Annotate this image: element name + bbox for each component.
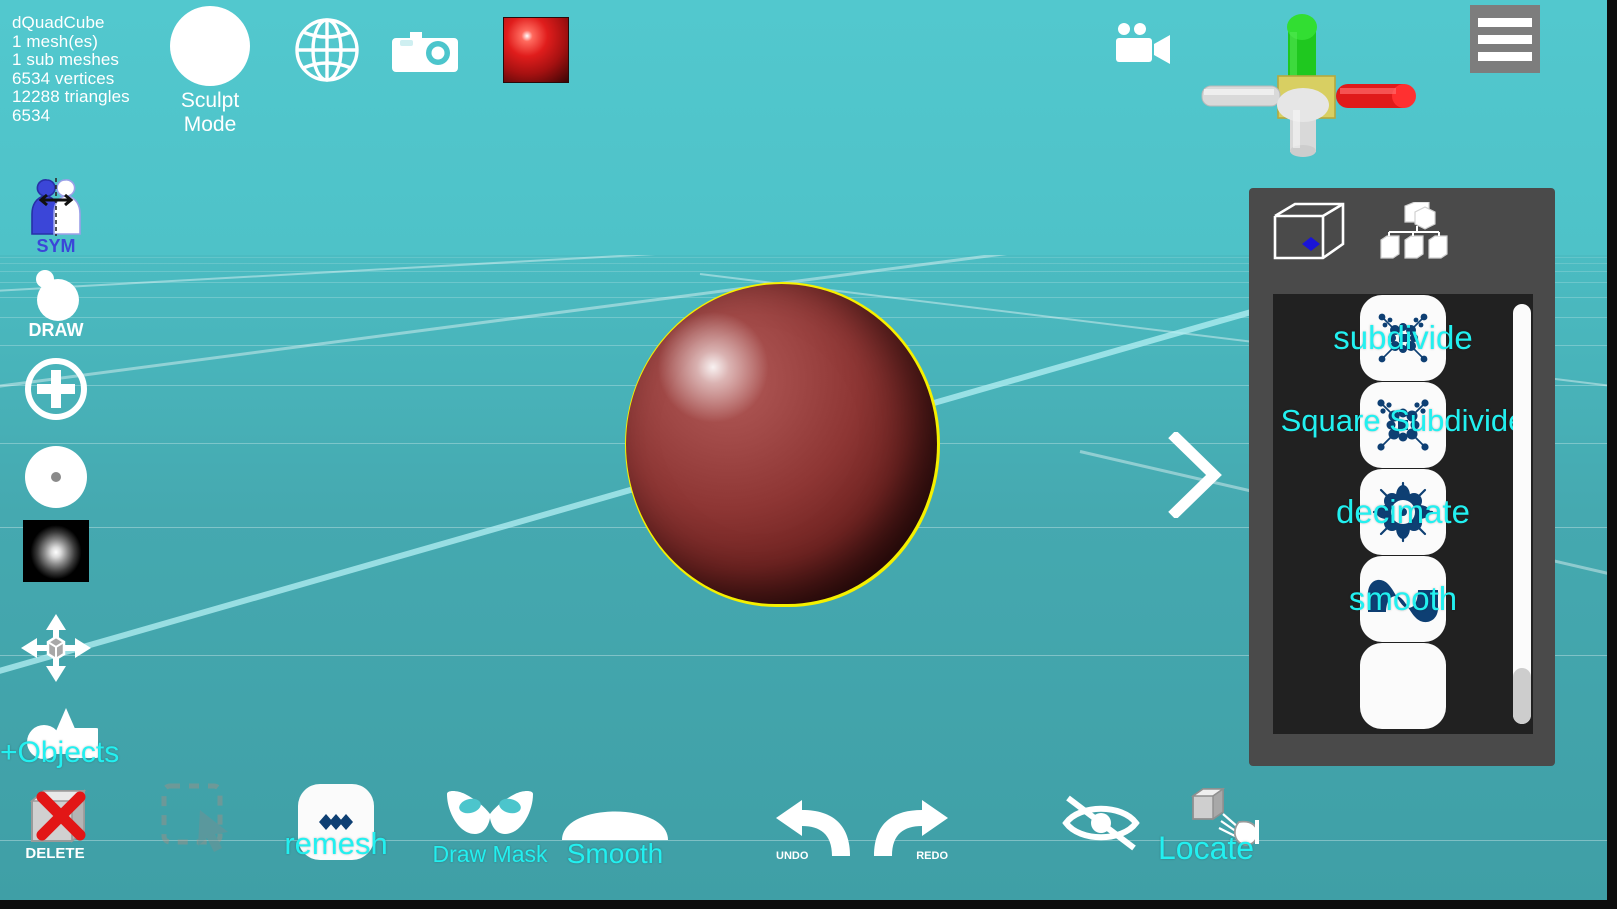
wireframe-cube-icon[interactable] <box>1271 200 1347 269</box>
list-item[interactable]: Square Subdivide <box>1273 381 1533 468</box>
hierarchy-tree-icon[interactable] <box>1377 201 1453 267</box>
brush-size-icon <box>25 446 87 508</box>
red-sphere-mesh <box>626 284 937 604</box>
chevron-right-icon[interactable] <box>1168 430 1224 520</box>
draw-mask-button[interactable]: Draw Mask <box>430 788 550 867</box>
panel-tabs <box>1271 200 1453 269</box>
undo-label: UNDO <box>776 850 809 862</box>
stat-object-name: dQuadCube <box>12 13 105 32</box>
remesh-button[interactable]: remesh <box>272 784 400 861</box>
sidebar-item-move[interactable] <box>8 612 104 684</box>
stat-sub-meshes: 1 sub meshes <box>12 50 120 69</box>
sidebar-item-symmetry[interactable]: SYM <box>8 176 104 257</box>
hamburger-menu-icon[interactable] <box>1470 5 1540 73</box>
list-item[interactable] <box>1273 642 1533 729</box>
partial-item-icon <box>1360 642 1446 729</box>
scrollbar-thumb[interactable] <box>1513 668 1531 724</box>
symmetry-label: SYM <box>36 236 76 256</box>
draw-label: DRAW <box>28 320 84 340</box>
list-item[interactable]: smooth <box>1273 555 1533 642</box>
remesh-operations-list[interactable]: subdivide Square Subdivide decimate smoo… <box>1273 294 1533 734</box>
stat-extra: 6534 <box>12 105 51 125</box>
sidebar-item-draw[interactable]: DRAW <box>8 268 104 341</box>
mesh-statistics: dQuadCube 1 mesh(es) 1 sub meshes 6534 v… <box>12 13 130 125</box>
list-item[interactable]: subdivide <box>1273 294 1533 381</box>
window-bottom-frame <box>0 900 1617 909</box>
selection-box-cursor-icon[interactable] <box>160 782 238 856</box>
sculpt-mode-label: Sculpt Mode <box>180 89 240 136</box>
decimate-icon <box>1360 468 1446 555</box>
smooth-wave-icon <box>1360 555 1446 642</box>
list-item[interactable]: decimate <box>1273 468 1533 555</box>
square-subdivide-icon <box>1360 381 1446 468</box>
sculpt-app-window: dQuadCube 1 mesh(es) 1 sub meshes 6534 v… <box>0 0 1617 909</box>
sidebar-item-objects[interactable]: +Objects <box>0 700 119 769</box>
sculpt-mode-icon <box>170 6 250 86</box>
video-camera-icon[interactable] <box>1112 22 1174 66</box>
stat-meshes: 1 mesh(es) <box>12 31 99 51</box>
brush-falloff-texture-icon <box>23 520 89 582</box>
globe-icon[interactable] <box>292 16 362 84</box>
camera-icon[interactable] <box>392 26 462 74</box>
stat-triangles: 12288 triangles <box>12 87 130 106</box>
locate-button[interactable]: Locate <box>1158 786 1290 866</box>
eye-off-icon[interactable] <box>1060 792 1142 854</box>
smooth-button[interactable]: Smooth <box>552 796 678 869</box>
delete-button[interactable]: DELETE <box>8 785 102 862</box>
redo-button[interactable]: REDO <box>868 800 952 864</box>
stat-vertices: 6534 vertices <box>12 68 115 88</box>
list-scrollbar[interactable] <box>1513 304 1531 724</box>
sculpt-object-sphere[interactable] <box>625 282 940 607</box>
undo-button[interactable]: UNDO <box>772 800 856 864</box>
right-side-panel: subdivide Square Subdivide decimate smoo… <box>1249 188 1555 766</box>
material-sphere-thumbnail[interactable] <box>503 17 569 83</box>
sidebar-item-add[interactable] <box>8 356 104 422</box>
window-right-frame <box>1607 0 1617 909</box>
sidebar-item-brush-alpha[interactable] <box>8 520 104 582</box>
transform-gizmo[interactable] <box>1190 8 1420 158</box>
sidebar-item-brush-size[interactable] <box>8 446 104 508</box>
delete-label: DELETE <box>25 845 85 862</box>
redo-label: REDO <box>916 850 948 862</box>
subdivide-icon <box>1360 294 1446 381</box>
sculpt-mode-button[interactable]: Sculpt Mode <box>156 6 264 137</box>
